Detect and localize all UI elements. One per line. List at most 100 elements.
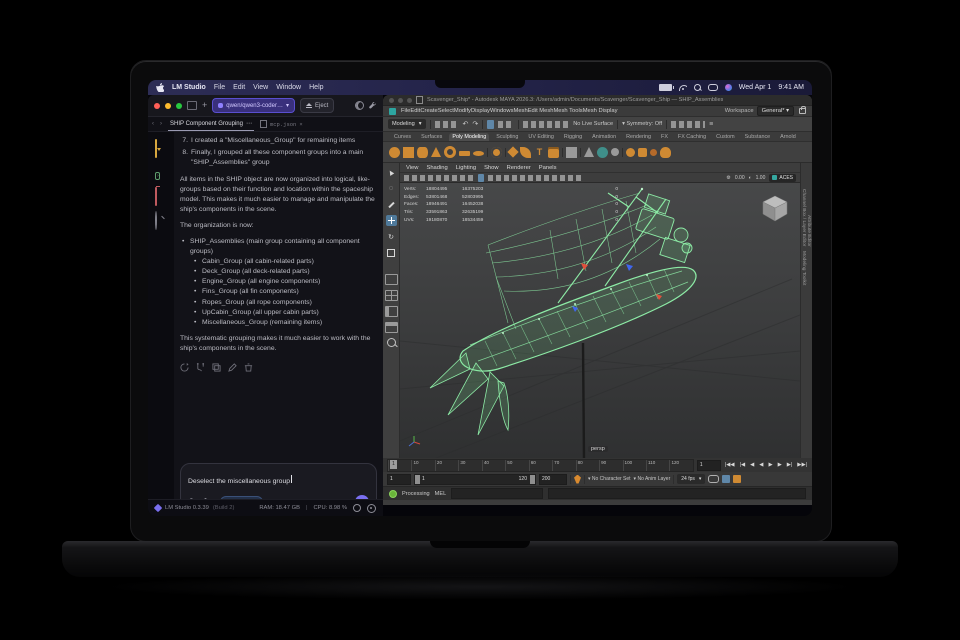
- menuset-selector[interactable]: Modeling ▾: [388, 119, 426, 129]
- zoom-window-button[interactable]: [176, 102, 182, 109]
- menubar-item-window[interactable]: Window: [276, 84, 301, 91]
- panel-menu-item[interactable]: Show: [484, 165, 499, 171]
- play-forwards-button[interactable]: ▶: [767, 462, 773, 468]
- play-backwards-button[interactable]: ◀: [758, 462, 764, 468]
- camera-name-label[interactable]: persp: [588, 446, 608, 452]
- exposure-value[interactable]: 0.00: [735, 175, 745, 181]
- shelf-light-icon[interactable]: [626, 147, 635, 157]
- step-forward-frame-button[interactable]: ▶: [777, 462, 783, 468]
- mel-command-input[interactable]: [451, 488, 544, 499]
- viewport-canvas[interactable]: Verts: 18804495 16375203 0 Edges: 53801468 52…: [400, 183, 800, 458]
- devtools-wrench-icon[interactable]: [369, 101, 377, 110]
- range-end-handle[interactable]: [530, 474, 535, 484]
- shelf-tab[interactable]: FX Caching: [675, 133, 709, 141]
- maya-home-icon[interactable]: [389, 107, 396, 115]
- shelf-cylinder-icon[interactable]: [417, 146, 428, 158]
- shelf-grid-icon[interactable]: [566, 146, 577, 158]
- anim-layer-selector[interactable]: ▾ No Anim Layer: [634, 476, 671, 482]
- view-transform-selector[interactable]: ACES: [769, 173, 796, 182]
- current-frame-field[interactable]: 1: [696, 459, 721, 471]
- auto-key-icon[interactable]: [722, 475, 731, 483]
- tab-chat[interactable]: SHIP Component Grouping ⋯: [168, 117, 254, 131]
- step-back-frame-button[interactable]: ◀: [749, 462, 755, 468]
- apple-icon[interactable]: [156, 83, 164, 92]
- settings-gear-icon[interactable]: [367, 503, 376, 513]
- shelf-tab[interactable]: Sculpting: [493, 133, 521, 141]
- maya-menu-item[interactable]: Mesh: [514, 108, 528, 114]
- shelf-chest-icon[interactable]: [548, 146, 559, 158]
- menubar-app-name[interactable]: LM Studio: [172, 84, 206, 91]
- render-icons[interactable]: [671, 120, 706, 128]
- menubar-item-help[interactable]: Help: [309, 84, 323, 91]
- rotate-tool-icon[interactable]: ↻: [386, 231, 397, 242]
- menubar-item-file[interactable]: File: [214, 84, 225, 91]
- shelf-sphere-icon[interactable]: [389, 146, 400, 158]
- scale-tool-icon[interactable]: [386, 247, 397, 258]
- shelf-tab[interactable]: Rendering: [623, 133, 654, 141]
- panel-menu-item[interactable]: View: [406, 165, 418, 171]
- shelf-joint-icon[interactable]: [584, 147, 594, 157]
- close-tab-icon[interactable]: ×: [299, 121, 302, 128]
- shelf-texture-icon[interactable]: [638, 147, 647, 157]
- discover-icon[interactable]: [155, 211, 167, 230]
- shelf-disc-icon[interactable]: [473, 151, 484, 156]
- maya-menu-item[interactable]: Mesh Display: [583, 108, 618, 114]
- new-window-icon[interactable]: [187, 101, 197, 110]
- shelf-constraint-icon[interactable]: [611, 148, 619, 156]
- layout-outliner-icon[interactable]: [384, 322, 398, 333]
- appearance-toggle-icon[interactable]: [355, 101, 364, 110]
- shelf-tab[interactable]: UV Editing: [525, 133, 556, 141]
- model-selector[interactable]: qwen/qwen3-coder… ▾: [212, 98, 295, 113]
- maya-menu-item[interactable]: Select: [438, 108, 454, 114]
- menubar-time[interactable]: 9:41 AM: [778, 84, 804, 91]
- anim-start-field[interactable]: 1: [387, 473, 411, 485]
- regenerate-icon[interactable]: [180, 362, 189, 372]
- delete-icon[interactable]: [244, 363, 253, 372]
- playback-speed-icon[interactable]: [708, 475, 720, 483]
- step-back-key-button[interactable]: |◀: [739, 462, 747, 468]
- shelf-tab[interactable]: Substance: [742, 133, 773, 141]
- user-icon[interactable]: [353, 504, 361, 512]
- spotlight-icon[interactable]: [693, 84, 701, 91]
- new-chat-button[interactable]: +: [202, 101, 207, 110]
- maya-menu-item[interactable]: Display: [471, 108, 490, 114]
- shelf-sweep-icon[interactable]: [507, 146, 519, 158]
- range-start-handle[interactable]: [415, 474, 420, 484]
- snap-icons[interactable]: [523, 120, 570, 128]
- maya-menu-item[interactable]: Edit Mesh: [528, 108, 554, 114]
- maya-zoom-button[interactable]: [407, 97, 412, 103]
- go-to-end-button[interactable]: ▶▶|: [796, 462, 808, 468]
- shelf-tab[interactable]: Curves: [391, 133, 414, 141]
- maya-menu-item[interactable]: Edit: [410, 108, 420, 114]
- view-cube[interactable]: [760, 193, 790, 223]
- shelf-type-icon[interactable]: T: [534, 147, 545, 158]
- set-key-icon[interactable]: [574, 474, 581, 484]
- shelf-tab[interactable]: Surfaces: [418, 133, 445, 141]
- gamma-icon[interactable]: ◐: [749, 175, 752, 181]
- shelf-cone-icon[interactable]: [431, 147, 441, 157]
- tab-mcp-json[interactable]: mcp.json ×: [259, 120, 303, 128]
- sidebar-tab[interactable]: Attribute Editor: [806, 215, 811, 247]
- shelf-tab[interactable]: Custom: [713, 133, 738, 141]
- maya-menu-item[interactable]: Mesh Tools: [553, 108, 582, 114]
- maya-close-button[interactable]: [389, 97, 394, 103]
- panel-menu-item[interactable]: Renderer: [507, 165, 531, 171]
- shelf-tab[interactable]: Poly Modeling: [449, 133, 490, 141]
- nav-forward-icon[interactable]: ›: [160, 121, 162, 127]
- layout-single-icon[interactable]: [384, 274, 398, 285]
- close-window-button[interactable]: [154, 102, 160, 109]
- redo-icon[interactable]: ↷: [472, 120, 478, 128]
- workspace-selector[interactable]: General* ▾: [756, 106, 794, 116]
- menubar-item-edit[interactable]: Edit: [233, 84, 245, 91]
- help-line-field[interactable]: [548, 488, 806, 499]
- control-center-icon[interactable]: [707, 84, 718, 91]
- maya-menu-item[interactable]: Create: [420, 108, 437, 114]
- sidebar-toggle-icons[interactable]: ≡: [709, 121, 713, 128]
- edit-icon[interactable]: [228, 362, 237, 372]
- minimize-window-button[interactable]: [165, 102, 171, 109]
- shelf-tab[interactable]: FX: [658, 133, 671, 141]
- fps-selector[interactable]: 24 fps ▾: [677, 474, 706, 484]
- shelf-tab[interactable]: Animation: [589, 133, 619, 141]
- go-to-start-button[interactable]: |◀◀: [724, 462, 736, 468]
- selection-mask-icon[interactable]: [487, 119, 495, 129]
